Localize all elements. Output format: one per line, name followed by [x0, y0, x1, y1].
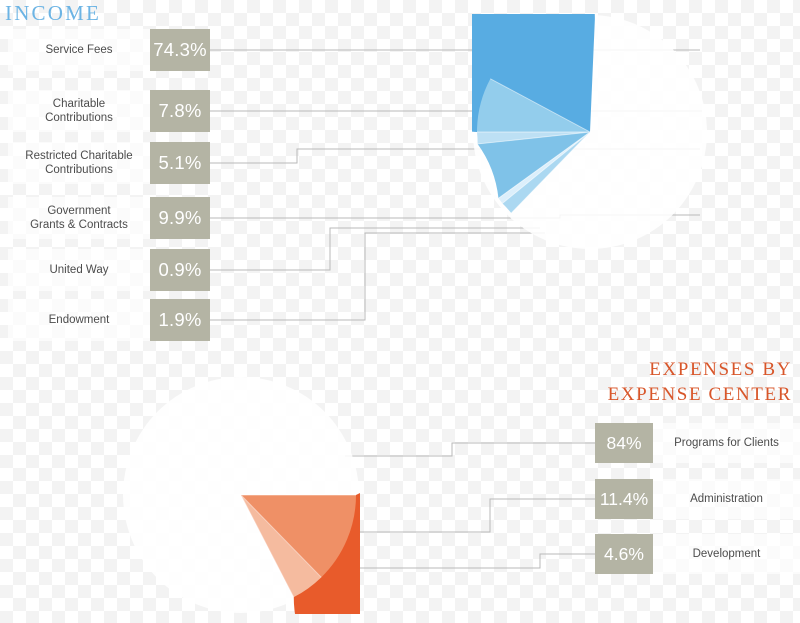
income-percent-endowment: 1.9% — [150, 299, 210, 341]
income-label-united-way: United Way — [49, 264, 109, 276]
expense-percent-programs-for-clients: 84% — [595, 423, 653, 463]
expense-percent-development: 4.6% — [595, 534, 653, 574]
expenses-pie-chart — [122, 376, 360, 614]
leader-line-administration — [340, 498, 597, 533]
expenses-title: EXPENSES BY EXPENSE CENTER — [607, 359, 792, 405]
expense-label-programs-for-clients: Programs for Clients — [674, 437, 779, 449]
expense-row-development[interactable]: 4.6% Development — [595, 534, 800, 574]
income-pie-chart — [472, 14, 708, 250]
income-label-service-fees: Service Fees — [45, 44, 113, 56]
expense-row-administration[interactable]: 11.4% Administration — [595, 479, 800, 519]
income-label-government-grants: Government Grants & Contracts — [30, 205, 128, 231]
income-row-endowment[interactable]: Endowment 1.9% — [8, 299, 210, 341]
income-percent-restricted-charitable-contributions: 5.1% — [150, 142, 210, 184]
income-percent-government-grants: 9.9% — [150, 197, 210, 239]
income-percent-service-fees: 74.3% — [150, 29, 210, 71]
income-percent-charitable-contributions: 7.8% — [150, 90, 210, 132]
income-row-service-fees[interactable]: Service Fees 74.3% — [8, 29, 210, 71]
income-percent-united-way: 0.9% — [150, 249, 210, 291]
income-row-restricted-charitable-contributions[interactable]: Restricted Charitable Contributions 5.1% — [8, 142, 210, 184]
expense-row-programs-for-clients[interactable]: 84% Programs for Clients — [595, 423, 800, 463]
income-row-united-way[interactable]: United Way 0.9% — [8, 249, 210, 291]
expense-label-administration: Administration — [690, 493, 763, 505]
expense-label-development: Development — [692, 548, 761, 560]
income-row-charitable-contributions[interactable]: Charitable Contributions 7.8% — [8, 90, 210, 132]
infographic-canvas: INCOME Service Fees 74.3% Charitable Con… — [0, 0, 800, 623]
leader-line-development — [333, 553, 597, 569]
leader-line-programs — [345, 442, 597, 457]
income-label-endowment: Endowment — [48, 314, 110, 326]
income-label-restricted-charitable-contributions: Restricted Charitable Contributions — [25, 150, 133, 176]
income-label-charitable-contributions: Charitable Contributions — [45, 98, 113, 124]
expense-percent-administration: 11.4% — [595, 479, 653, 519]
income-row-government-grants[interactable]: Government Grants & Contracts 9.9% — [8, 197, 210, 239]
income-title: INCOME — [5, 1, 102, 25]
